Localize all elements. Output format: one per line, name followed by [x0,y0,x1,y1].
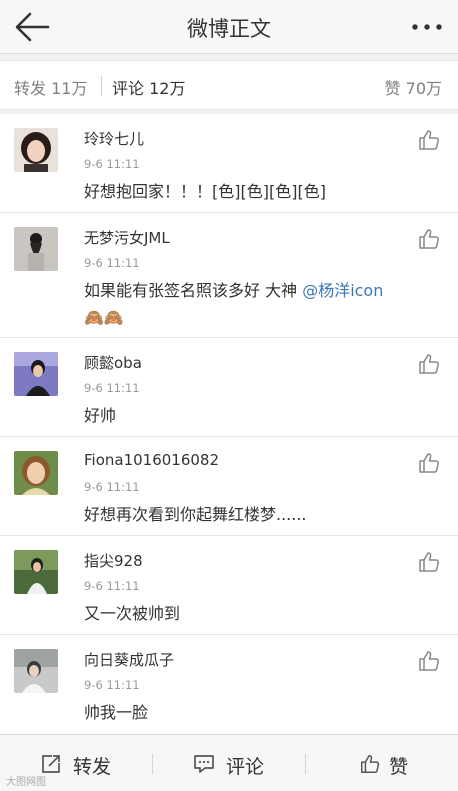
avatar[interactable] [14,550,58,594]
like-button[interactable]: 赞 [306,735,458,791]
comment-body: 如果能有张签名照该多好 大神 [84,281,303,300]
avatar[interactable] [14,649,58,693]
watermark: 大图网图 [6,777,46,788]
thumbs-up-icon[interactable] [417,451,441,475]
page-title: 微博正文 [187,17,271,41]
thumbs-up-icon[interactable] [417,128,441,152]
emoji: 🙈🙈 [84,308,124,327]
nav-bar: 微博正文 [0,0,458,54]
avatar[interactable] [14,227,58,271]
avatar[interactable] [14,352,58,396]
comment-button[interactable]: 评论 [153,735,305,791]
list-item: Fiona1016016082 9-6 11:11 好想再次看到你起舞红楼梦..… [0,437,458,536]
thumbs-up-icon[interactable] [417,649,441,673]
thumbs-up-icon[interactable] [417,550,441,574]
more-button[interactable] [410,18,444,36]
comment-text: 又一次被帅到 [84,604,181,623]
list-item: 顾懿oba 9-6 11:11 好帅 [0,338,458,437]
comment-text: 帅我一脸 [84,703,149,722]
thumbs-up-icon[interactable] [417,227,441,251]
comment-text: 好想抱回家！！！[色][色][色][色] [84,182,326,201]
comment-time: 9-6 11:11 [84,678,140,692]
comment-text: 好想再次看到你起舞红楼梦...... [84,505,307,524]
username[interactable]: 向日葵成瓜子 [84,649,174,670]
username[interactable]: Fiona1016016082 [84,451,219,469]
username[interactable]: 指尖928 [84,550,143,571]
share-icon [42,755,60,773]
username[interactable]: 玲玲七儿 [84,128,144,149]
comment-tabs: 转发 11万 评论 12万 赞 70万 [0,60,458,110]
tab-repost[interactable]: 转发 11万 [14,75,87,99]
comment-text: 如果能有张签名照该多好 大神 @杨洋icon 🙈🙈 [84,277,444,331]
thumbs-up-icon[interactable] [417,352,441,376]
comment-icon [194,755,214,773]
comment-text: 好帅 [84,406,117,425]
tab-comment[interactable]: 评论 12万 [112,75,185,99]
comment-list: 玲玲七儿 9-6 11:11 好想抱回家！！！[色][色][色][色] 无梦污女… [0,114,458,734]
avatar[interactable] [14,128,58,172]
avatar[interactable] [14,451,58,495]
comment-time: 9-6 11:11 [84,579,140,593]
comment-label: 评论 [226,756,265,778]
comment-time: 9-6 11:11 [84,480,140,494]
username[interactable]: 顾懿oba [84,352,142,373]
tab-divider [101,76,102,96]
comment-time: 9-6 11:11 [84,256,140,270]
repost-label: 转发 [73,756,112,778]
more-dots-icon [412,24,442,30]
list-item: 指尖928 9-6 11:11 又一次被帅到 [0,536,458,635]
list-item: 向日葵成瓜子 9-6 11:11 帅我一脸 [0,635,458,734]
list-item: 无梦污女JML 9-6 11:11 如果能有张签名照该多好 大神 @杨洋icon… [0,213,458,338]
comment-time: 9-6 11:11 [84,157,140,171]
like-label: 赞 [389,756,409,778]
comment-time: 9-6 11:11 [84,381,140,395]
username[interactable]: 无梦污女JML [84,227,170,248]
list-item: 玲玲七儿 9-6 11:11 好想抱回家！！！[色][色][色][色] [0,114,458,213]
tab-likes[interactable]: 赞 70万 [385,75,442,99]
thumbs-up-icon [361,755,380,773]
bottom-toolbar: 转发 评论 赞 [0,734,458,791]
mention-link[interactable]: @杨洋icon [302,281,383,300]
